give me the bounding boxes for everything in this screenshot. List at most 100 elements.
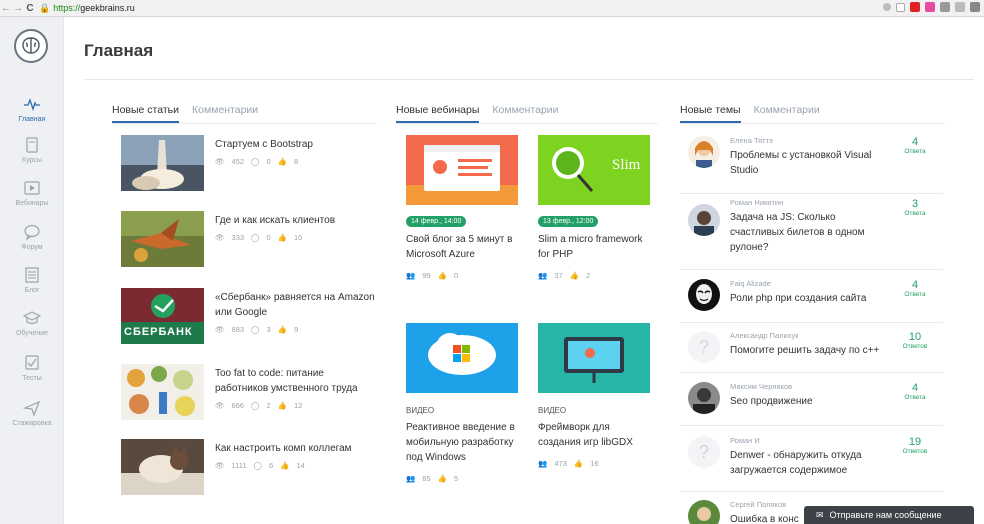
- sidebar-item-label: Форум: [21, 244, 43, 251]
- answers-number: 10: [908, 331, 922, 343]
- like-icon: 👍: [277, 157, 287, 166]
- likes-count: 12: [293, 401, 303, 410]
- article-title: Где и как искать клиентов: [215, 215, 336, 226]
- webinar-title: Slim a micro framework for PHP: [538, 234, 643, 260]
- topics-tabs: Новые темы Комментарии: [680, 102, 945, 124]
- sidebar-item-internship[interactable]: Стажировка: [0, 400, 64, 427]
- webinar-card[interactable]: 14 февр., 14:00 Свой блог за 5 минут в M…: [406, 135, 518, 280]
- title-divider: [84, 79, 974, 80]
- article-thumbnail: [121, 439, 204, 495]
- extension-pink-icon[interactable]: [925, 2, 935, 12]
- webinar-card[interactable]: ВИДЕО Реактивное введение в мобильную ра…: [406, 323, 518, 483]
- zoom-icon[interactable]: [883, 3, 891, 11]
- webinar-card[interactable]: ВИДЕО Фреймворк для создания игр libGDX …: [538, 323, 650, 468]
- like-icon: 👍: [277, 233, 287, 242]
- sidebar-item-label: Стажировка: [12, 420, 52, 427]
- eye-icon: 👁: [215, 233, 225, 242]
- answers-count: 4 Ответа: [895, 279, 935, 298]
- article-title: Too fat to code: питание работников умст…: [215, 368, 358, 394]
- people-icon: 👥: [406, 271, 416, 280]
- like-icon: 👍: [437, 271, 448, 280]
- likes-count: 8: [293, 157, 299, 166]
- article-meta: 👁 452 ◯ 0 👍 8: [215, 157, 298, 166]
- sidebar-item-learning[interactable]: Обучение: [0, 310, 64, 337]
- tab-new-articles[interactable]: Новые статьи: [112, 102, 179, 123]
- sidebar-item-courses[interactable]: Курсы: [0, 137, 64, 164]
- send-message-label: Отправьте нам сообщение: [829, 510, 942, 520]
- topic-row[interactable]: ? Александр Палихук Помогите решить зада…: [680, 331, 943, 373]
- views-count: 866: [231, 401, 245, 410]
- article-meta: 👁 866 ◯ 2 👍 12: [215, 401, 302, 410]
- tab-new-webinars[interactable]: Новые вебинары: [396, 102, 480, 123]
- topic-row[interactable]: Роман Никитин Задача на JS: Сколько счас…: [680, 198, 943, 270]
- sidebar-item-label: Блог: [24, 287, 40, 294]
- sidebar-item-forum[interactable]: Форум: [0, 224, 64, 251]
- checkbox-icon: [25, 355, 39, 370]
- brain-logo-icon[interactable]: [14, 29, 48, 63]
- article-title: «Сбербанк» равняется на Amazon или Googl…: [215, 292, 375, 318]
- address-bar[interactable]: https://geekbrains.ru: [53, 3, 135, 13]
- eye-icon: 👁: [215, 461, 225, 470]
- likes-count: 16: [590, 459, 599, 468]
- sidebar-item-tests[interactable]: Тесты: [0, 355, 64, 382]
- webinar-card[interactable]: Slim 13 февр., 12:00 Slim a micro framew…: [538, 135, 650, 280]
- answers-count: 4 Ответа: [895, 136, 935, 155]
- forward-arrow-icon[interactable]: →: [12, 3, 24, 14]
- tab-new-topics[interactable]: Новые темы: [680, 102, 741, 123]
- topic-title: Задача на JS: Сколько счастливых билетов…: [730, 212, 865, 253]
- chat-bubble-icon: [24, 224, 40, 241]
- answers-number: 19: [908, 436, 922, 448]
- answers-label: Ответа: [904, 394, 926, 401]
- topic-row[interactable]: Елена Тяттэ Проблемы с установкой Visual…: [680, 136, 943, 194]
- avatar: [688, 500, 720, 524]
- answers-number: 4: [911, 136, 919, 148]
- tab-webinars-comments[interactable]: Комментарии: [492, 102, 558, 123]
- topic-title: Помогите решить задачу по с++: [730, 345, 880, 356]
- extension-red-icon[interactable]: [910, 2, 920, 12]
- topics-column: Новые темы Комментарии Елена Тяттэ Пробл…: [680, 102, 945, 524]
- sidebar-item-blog[interactable]: Блог: [0, 267, 64, 294]
- topic-author: Максим Черняков: [730, 382, 793, 391]
- book-icon: [26, 137, 38, 153]
- pulse-icon: [24, 98, 40, 112]
- comments-count: 3: [266, 325, 271, 334]
- webinar-image: [406, 323, 518, 393]
- tab-articles-comments[interactable]: Комментарии: [192, 102, 258, 123]
- sidebar-item-home[interactable]: Главная: [0, 96, 64, 123]
- send-message-button[interactable]: ✉ Отправьте нам сообщение: [804, 506, 974, 524]
- avatar: [688, 136, 720, 168]
- reload-icon[interactable]: C: [24, 3, 36, 14]
- answers-count: 19 Ответов: [895, 436, 935, 455]
- article-thumbnail: [121, 364, 204, 420]
- participants-count: 37: [554, 271, 563, 280]
- avatar: [688, 279, 720, 311]
- topic-row[interactable]: Faiq Alizade Роли php при создания сайта…: [680, 279, 943, 323]
- browser-toolbar: ← → C 🔒 https://geekbrains.ru: [0, 0, 984, 17]
- answers-label: Ответа: [904, 148, 926, 155]
- star-icon[interactable]: [896, 2, 905, 12]
- avatar: [688, 382, 720, 414]
- participants-count: 85: [422, 474, 431, 483]
- back-arrow-icon[interactable]: ←: [0, 3, 12, 14]
- answers-number: 4: [911, 279, 919, 291]
- articles-tabs: Новые статьи Комментарии: [112, 102, 377, 124]
- extension-window-icon[interactable]: [955, 2, 965, 12]
- topic-author: Роман И: [730, 436, 760, 445]
- tab-topics-comments[interactable]: Комментарии: [754, 102, 820, 123]
- slim-logo-text: Slim: [612, 157, 641, 173]
- extension-puzzle-icon[interactable]: [970, 2, 980, 12]
- video-label: ВИДЕО: [406, 406, 435, 415]
- sidebar-item-webinars[interactable]: Вебинары: [0, 180, 64, 207]
- sidebar-item-label: Обучение: [15, 330, 48, 337]
- people-icon: 👥: [538, 271, 548, 280]
- likes-count: 9: [293, 325, 299, 334]
- avatar: [688, 204, 720, 236]
- likes-count: 10: [293, 233, 303, 242]
- extension-gray-icon[interactable]: [940, 2, 950, 12]
- article-title: Стартуем с Bootstrap: [215, 139, 313, 150]
- answers-label: Ответов: [902, 343, 928, 350]
- webinar-meta: 👥 473 👍 16: [538, 459, 650, 468]
- topic-row[interactable]: ? Роман И Denwer - обнаружить откуда заг…: [680, 436, 943, 492]
- likes-count: 2: [586, 271, 591, 280]
- topic-row[interactable]: Максим Черняков Seo продвижение 4 Ответа: [680, 382, 943, 426]
